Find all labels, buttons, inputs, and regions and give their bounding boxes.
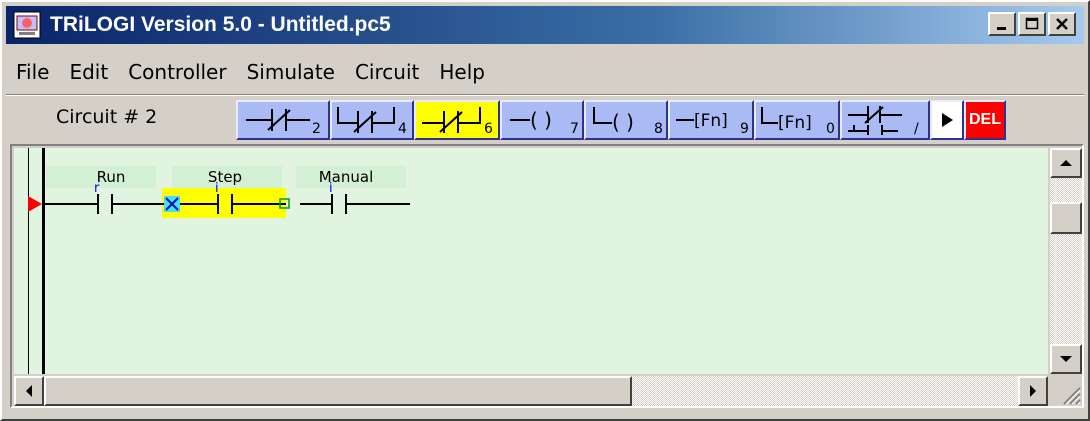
parallel-function-icon: [Fn] 0 (761, 107, 835, 137)
circuit-number-label: Circuit # 2 (56, 106, 158, 128)
contact-label-manual: Manual (318, 168, 374, 186)
palette-nc-contact-series-button[interactable]: 2 (236, 100, 330, 140)
arrow-down-icon (1060, 356, 1072, 362)
palette-subscript: 6 (484, 121, 493, 137)
palette-subscript: 4 (398, 121, 407, 137)
horizontal-scrollbar[interactable] (14, 376, 1048, 406)
run-button[interactable] (930, 100, 964, 140)
window-title: TRiLOGI Version 5.0 - Untitled.pc5 (50, 13, 391, 36)
scroll-left-button[interactable] (14, 376, 44, 406)
palette-symbol: ( ) (530, 108, 552, 132)
play-icon (942, 113, 953, 127)
parallel-coil-icon: ( ) 8 (593, 107, 663, 137)
menu-help[interactable]: Help (429, 60, 495, 84)
palette-coil-button[interactable]: ( ) 7 (500, 100, 584, 140)
nc-contact-series-icon: 2 (246, 109, 321, 137)
menu-simulate[interactable]: Simulate (237, 60, 345, 84)
arrow-left-icon (26, 385, 32, 397)
nc-contact-parallel-selected-icon: 6 (422, 107, 493, 137)
contact-label-step: Step (207, 168, 243, 186)
palette-parallel-coil-button[interactable]: ( ) 8 (584, 100, 668, 140)
branch-icon: / (848, 106, 919, 137)
ladder-canvas[interactable]: r i i Run Step Manual (14, 148, 1048, 374)
menu-circuit[interactable]: Circuit (345, 60, 429, 84)
palette-function-button[interactable]: [Fn] 9 (668, 100, 754, 140)
close-button[interactable] (1048, 12, 1076, 36)
palette-subscript: 0 (826, 121, 835, 137)
palette-symbol: [Fn] (778, 113, 812, 133)
current-rung-marker-icon (28, 196, 42, 212)
arrow-up-icon (1060, 160, 1072, 166)
scroll-up-button[interactable] (1050, 148, 1082, 178)
palette-subscript: / (914, 121, 919, 137)
palette-symbol: [Fn] (694, 111, 728, 131)
nc-contact-parallel-icon: 4 (337, 107, 407, 137)
app-window: TRiLOGI Version 5.0 - Untitled.pc5 File … (0, 0, 1090, 421)
palette-branch-button[interactable]: / (840, 100, 930, 140)
left-power-rail (42, 148, 45, 374)
margin-line (28, 148, 29, 374)
palette-nc-contact-parallel-button[interactable]: 4 (330, 100, 414, 140)
palette-parallel-function-button[interactable]: [Fn] 0 (754, 100, 840, 140)
palette-subscript: 9 (740, 121, 749, 137)
palette-subscript: 2 (312, 121, 321, 137)
vertical-scrollbar[interactable] (1050, 148, 1082, 374)
palette-symbol: ( ) (612, 110, 634, 134)
minimize-button[interactable] (988, 12, 1016, 36)
ladder-diagram: r i i (28, 148, 410, 374)
vertical-scroll-thumb[interactable] (1050, 202, 1082, 234)
contact-label-run: Run (96, 168, 126, 186)
coil-icon: ( ) 7 (510, 108, 579, 137)
horizontal-scroll-thumb[interactable] (44, 376, 632, 406)
scroll-right-button[interactable] (1018, 376, 1048, 406)
ladder-editor: r i i Run Step Manual (10, 144, 1084, 408)
resize-grip-icon (1063, 387, 1081, 405)
menu-edit[interactable]: Edit (59, 60, 118, 84)
title-bar[interactable]: TRiLOGI Version 5.0 - Untitled.pc5 (6, 6, 1084, 44)
palette-subscript: 8 (654, 121, 663, 137)
resize-grip[interactable] (1050, 376, 1082, 406)
palette-nc-contact-selected-button[interactable]: 6 (414, 100, 500, 140)
menu-controller[interactable]: Controller (118, 60, 236, 84)
contact-run (97, 194, 113, 214)
menu-file[interactable]: File (6, 60, 59, 84)
element-palette: 2 4 6 ( ) 7 () 8 [Fn] 9 [Fn] 0 / DEL (236, 100, 1006, 140)
maximize-button[interactable] (1018, 12, 1046, 36)
scroll-down-button[interactable] (1050, 344, 1082, 374)
arrow-right-icon (1030, 385, 1036, 397)
delete-button[interactable]: DEL (964, 100, 1006, 140)
contact-manual (331, 194, 347, 214)
trilogi-app-icon[interactable] (12, 10, 42, 40)
palette-subscript: 7 (570, 121, 579, 137)
toolbar-separator (6, 94, 1084, 96)
window-controls (986, 12, 1076, 36)
menu-bar: File Edit Controller Simulate Circuit He… (6, 52, 1084, 92)
function-icon: [Fn] 9 (676, 111, 749, 137)
delete-icon: DEL (969, 111, 1001, 128)
